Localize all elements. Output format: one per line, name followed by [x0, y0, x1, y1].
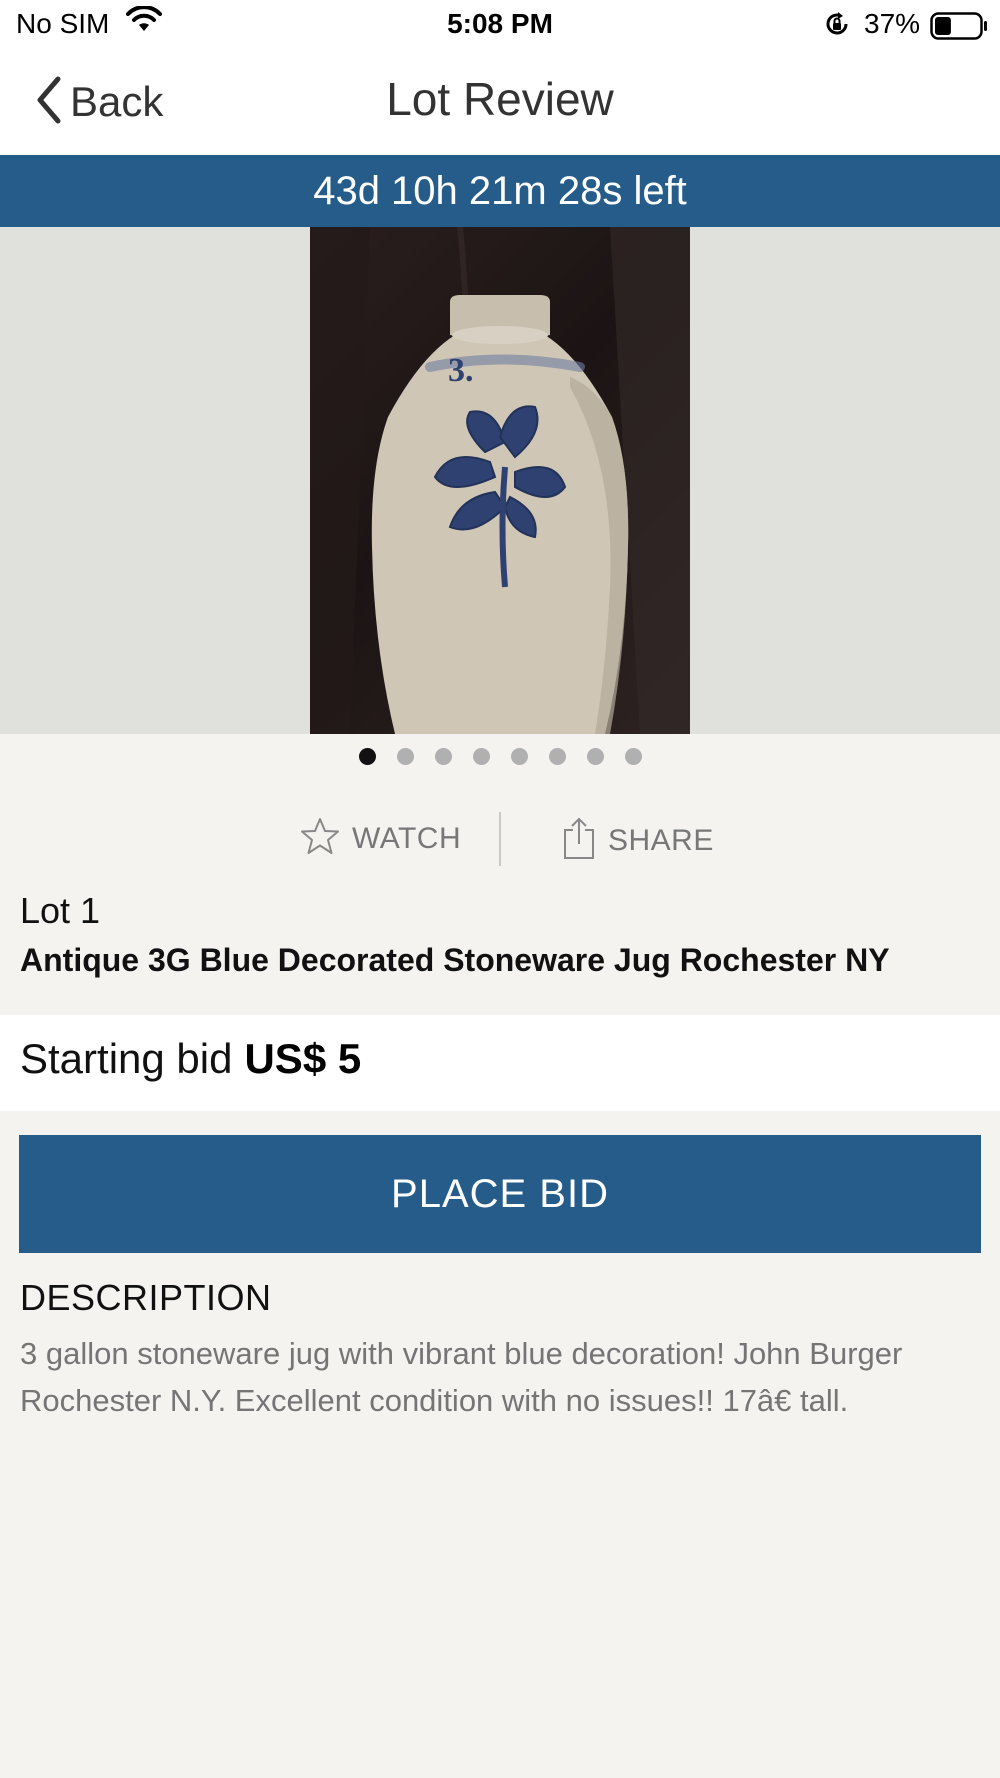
jug-mark: 3.	[448, 352, 474, 389]
action-row: WATCH SHARE	[0, 810, 1000, 866]
page-dot[interactable]	[624, 748, 642, 765]
place-bid-button[interactable]: PLACE BID	[19, 1135, 981, 1253]
page-dot[interactable]	[472, 748, 490, 765]
starting-bid-amount: US$ 5	[244, 1035, 362, 1082]
watch-button[interactable]: WATCH	[300, 816, 461, 861]
page-dot[interactable]	[396, 748, 414, 765]
battery-icon	[930, 12, 988, 47]
place-bid-label: PLACE BID	[391, 1171, 609, 1216]
action-divider	[499, 812, 501, 866]
page-indicator[interactable]	[0, 748, 1000, 770]
time-left-text: 43d 10h 21m 28s left	[313, 168, 687, 213]
share-label: SHARE	[608, 823, 714, 857]
page-dot[interactable]	[434, 748, 452, 765]
page-dot[interactable]	[510, 748, 528, 765]
orientation-lock-icon	[822, 9, 852, 46]
lot-number: Lot 1	[20, 890, 101, 931]
share-button[interactable]: SHARE	[562, 816, 714, 865]
page-dot[interactable]	[586, 748, 604, 765]
starting-bid: Starting bid US$ 5	[20, 1035, 361, 1083]
battery-percent: 37%	[864, 8, 921, 39]
starting-bid-label: Starting bid	[20, 1035, 233, 1082]
page-dot[interactable]	[358, 748, 376, 765]
watch-label: WATCH	[352, 821, 462, 855]
photo-carousel[interactable]: 3.	[0, 227, 1000, 734]
description-heading: DESCRIPTION	[20, 1277, 272, 1318]
star-icon	[300, 816, 340, 861]
description-text: 3 gallon stoneware jug with vibrant blue…	[20, 1336, 903, 1418]
page-dot[interactable]	[548, 748, 566, 765]
share-icon	[562, 816, 596, 865]
navigation-bar: Back Lot Review	[0, 50, 1000, 155]
lot-title: Antique 3G Blue Decorated Stoneware Jug …	[20, 942, 890, 978]
lot-photo[interactable]: 3.	[310, 227, 690, 734]
starting-bid-panel: Starting bid US$ 5	[0, 1015, 1000, 1111]
page-title: Lot Review	[386, 73, 614, 125]
time-left-banner: 43d 10h 21m 28s left	[0, 155, 1000, 227]
status-bar: No SIM 5:08 PM 37%	[0, 0, 1000, 50]
